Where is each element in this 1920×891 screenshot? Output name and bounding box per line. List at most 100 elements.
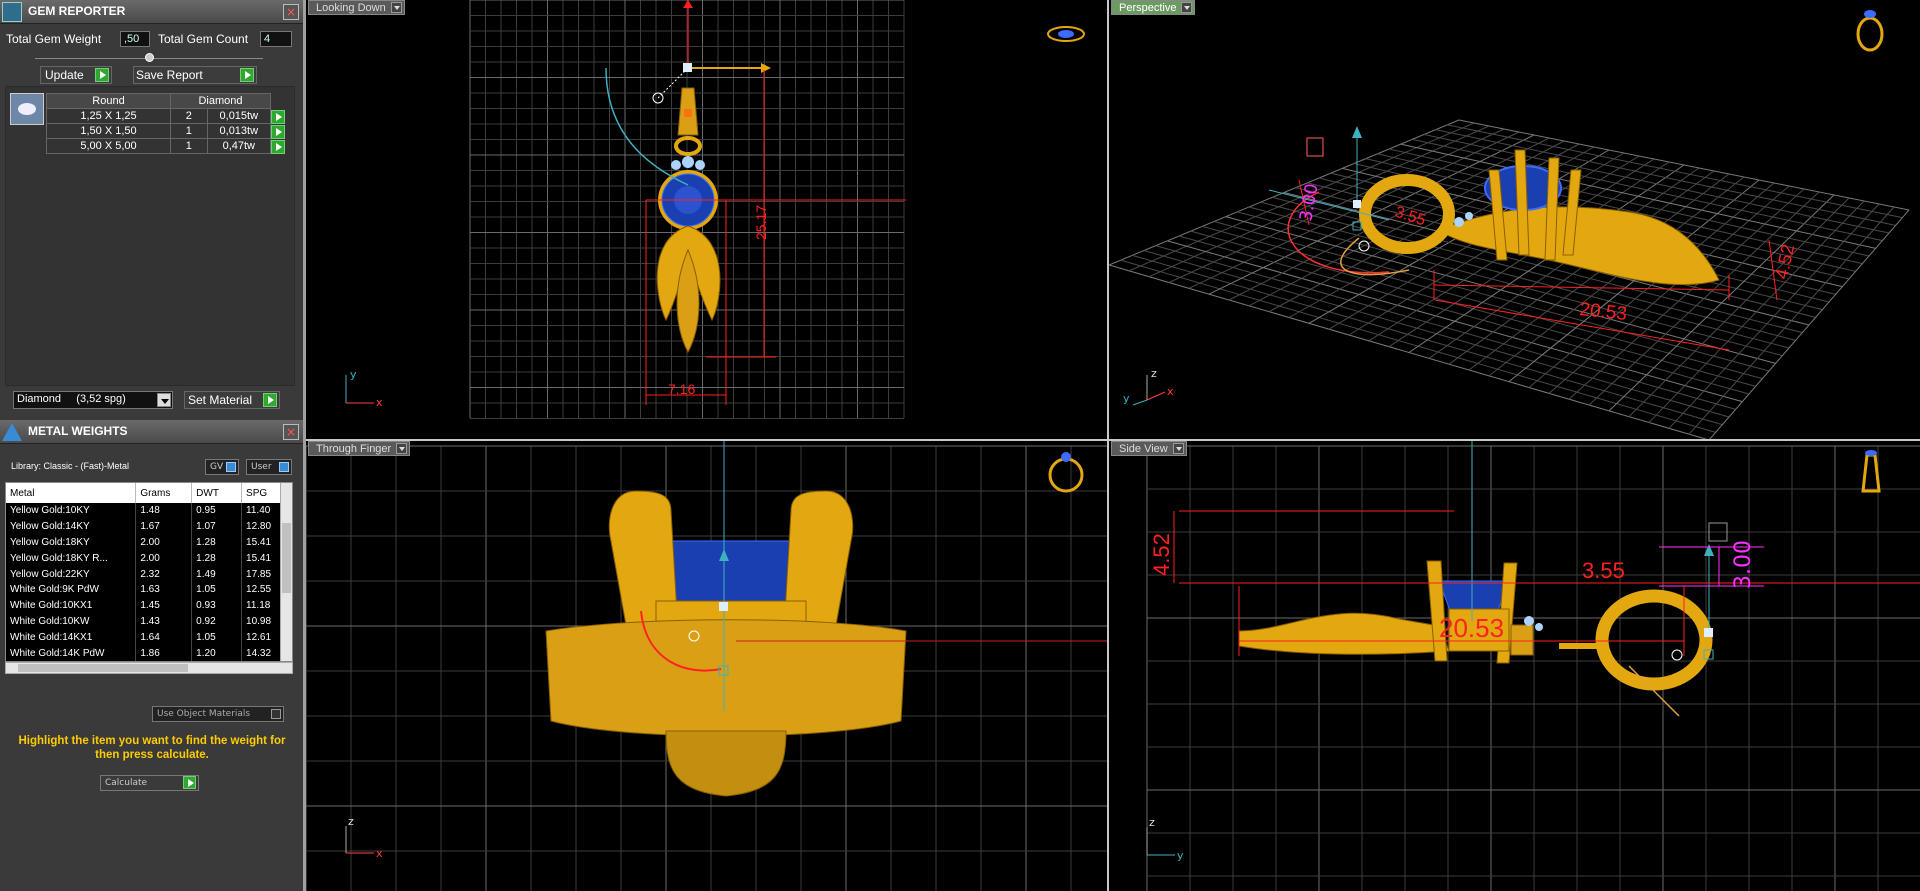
gem-row-go-icon[interactable] bbox=[271, 139, 285, 154]
set-material-go-icon bbox=[263, 393, 277, 407]
metal-table-vertical-scrollbar[interactable] bbox=[280, 483, 292, 661]
total-gem-count-label: Total Gem Count bbox=[158, 32, 249, 46]
viewport-title: Looking Down bbox=[316, 2, 386, 14]
use-object-materials-checkbox[interactable]: Use Object Materials bbox=[152, 706, 284, 722]
viewport-perspective[interactable]: 20.53 4.52 3.00 3.55 z x y Perspective bbox=[1109, 0, 1920, 439]
save-report-button[interactable]: Save Report bbox=[133, 66, 257, 84]
calculate-hint: Highlight the item you want to find the … bbox=[18, 735, 286, 761]
metal-grams: 1.45 bbox=[135, 597, 193, 614]
chevron-down-icon[interactable] bbox=[390, 2, 402, 13]
grid bbox=[1146, 445, 1920, 891]
save-report-go-icon bbox=[240, 68, 254, 82]
metal-spg: 14.32 bbox=[241, 645, 282, 661]
viewport-through-finger[interactable]: z x Through Finger bbox=[306, 441, 1107, 891]
user-toggle-icon bbox=[279, 462, 289, 472]
metal-row[interactable]: Yellow Gold:14KY 1.67 1.07 12.80 bbox=[6, 518, 282, 535]
gem-reporter-title: GEM REPORTER bbox=[28, 4, 126, 18]
metal-spg: 11.18 bbox=[241, 597, 282, 614]
viewport-vertical-divider[interactable] bbox=[1107, 0, 1109, 891]
looking-down-scene: 25.17 7.16 y x bbox=[345, 0, 1085, 419]
axis-indicator: y x bbox=[345, 368, 383, 409]
ring-side-view-icon[interactable] bbox=[1861, 450, 1881, 493]
metal-name: Yellow Gold:18KY bbox=[6, 534, 137, 551]
metal-weights-panel: METAL WEIGHTS × Library: Classic - (Fast… bbox=[0, 420, 303, 891]
metal-row[interactable]: Yellow Gold:10KY 1.48 0.95 11.40 bbox=[6, 503, 282, 519]
update-button-label: Update bbox=[45, 68, 84, 82]
through-finger-scene: z x bbox=[306, 441, 1107, 891]
viewport-menu-through-finger[interactable]: Through Finger bbox=[308, 441, 411, 456]
metal-name: White Gold:10KX1 bbox=[6, 597, 137, 614]
dwt-column-header[interactable]: DWT bbox=[191, 483, 243, 503]
metal-row[interactable]: Yellow Gold:22KY 2.32 1.49 17.85 bbox=[6, 566, 282, 582]
metal-grams: 1.64 bbox=[135, 629, 193, 646]
metal-weights-title: METAL WEIGHTS bbox=[28, 424, 128, 438]
weight-slider-handle[interactable] bbox=[145, 53, 154, 62]
metal-table-horizontal-scrollbar[interactable] bbox=[5, 662, 293, 674]
material-select[interactable]: Diamond (3,52 spg) bbox=[13, 391, 173, 409]
gem-row[interactable]: 1,25 X 1,25 2 0,015tw bbox=[46, 108, 285, 124]
axis-z-label: z bbox=[1151, 367, 1157, 380]
chevron-down-icon[interactable] bbox=[157, 393, 171, 407]
ring-top-view-icon[interactable] bbox=[1047, 26, 1085, 42]
gem-weight: 0,015tw bbox=[206, 108, 272, 124]
library-label: Library: Classic - (Fast)-Metal bbox=[11, 461, 130, 471]
metal-row[interactable]: White Gold:14K PdW 1.86 1.20 14.32 bbox=[6, 645, 282, 661]
total-gem-weight-label: Total Gem Weight bbox=[6, 32, 102, 46]
update-button[interactable]: Update bbox=[40, 66, 112, 84]
close-icon[interactable]: × bbox=[283, 4, 299, 20]
scrollbar-thumb[interactable] bbox=[282, 523, 291, 593]
user-toggle[interactable]: User bbox=[246, 459, 292, 475]
metal-row[interactable]: White Gold:9K PdW 1.63 1.05 12.55 bbox=[6, 581, 282, 598]
gem-type-header: Diamond bbox=[170, 93, 271, 109]
viewport-menu-side-view[interactable]: Side View bbox=[1111, 441, 1187, 456]
gem-row-go-icon[interactable] bbox=[271, 124, 285, 139]
axis-y-label: y bbox=[1177, 849, 1184, 862]
chevron-down-icon[interactable] bbox=[1172, 443, 1184, 454]
chevron-down-icon[interactable] bbox=[1181, 2, 1193, 13]
metal-weights-titlebar: METAL WEIGHTS × bbox=[0, 420, 303, 444]
grams-column-header[interactable]: Grams bbox=[135, 483, 193, 503]
round-diamond-icon[interactable] bbox=[10, 93, 44, 125]
metal-spg: 15.41 bbox=[241, 534, 282, 551]
metal-column-header[interactable]: Metal bbox=[6, 483, 137, 503]
axis-indicator: z x bbox=[345, 815, 383, 860]
ring-front-view-icon[interactable] bbox=[1048, 452, 1084, 493]
metal-row[interactable]: White Gold:10KW 1.43 0.92 10.98 bbox=[6, 613, 282, 630]
scrollbar-thumb[interactable] bbox=[18, 664, 188, 672]
gem-reporter-titlebar: GEM REPORTER × bbox=[0, 0, 303, 24]
metal-row[interactable]: Yellow Gold:18KY R... 2.00 1.28 15.41 bbox=[6, 550, 282, 567]
metal-dwt: 1.05 bbox=[191, 629, 243, 646]
metal-row[interactable]: White Gold:10KX1 1.45 0.93 11.18 bbox=[6, 597, 282, 614]
material-select-value: Diamond (3,52 spg) bbox=[17, 393, 126, 405]
metal-grams: 1.86 bbox=[135, 645, 193, 661]
gem-row-go-icon[interactable] bbox=[271, 109, 285, 124]
metal-spg: 17.85 bbox=[241, 566, 282, 582]
close-icon[interactable]: × bbox=[283, 424, 299, 440]
metal-row[interactable]: Yellow Gold:18KY 2.00 1.28 15.41 bbox=[6, 534, 282, 551]
gem-weight: 0,47tw bbox=[206, 138, 272, 154]
set-material-button[interactable]: Set Material bbox=[184, 391, 280, 409]
viewport-looking-down[interactable]: 25.17 7.16 y x Looking Down bbox=[306, 0, 1107, 439]
gem-row[interactable]: 5,00 X 5,00 1 0,47tw bbox=[46, 138, 285, 154]
use-object-materials-label: Use Object Materials bbox=[157, 709, 251, 719]
chevron-down-icon[interactable] bbox=[396, 443, 408, 454]
calculate-button[interactable]: Calculate bbox=[100, 775, 199, 791]
gem-size: 5,00 X 5,00 bbox=[46, 138, 171, 154]
gem-reporter-icon bbox=[2, 2, 22, 22]
viewport-side-view[interactable]: 4.52 20.53 3.55 3.00 z y Side View bbox=[1109, 441, 1920, 891]
viewport-horizontal-divider[interactable] bbox=[306, 439, 1920, 441]
gem-size: 1,50 X 1,50 bbox=[46, 123, 171, 139]
spg-column-header[interactable]: SPG bbox=[241, 483, 282, 503]
metal-spg: 11.40 bbox=[241, 503, 282, 519]
gv-toggle[interactable]: GV bbox=[205, 459, 239, 475]
gem-row[interactable]: 1,50 X 1,50 1 0,013tw bbox=[46, 123, 285, 139]
ring-perspective-icon[interactable] bbox=[1856, 10, 1884, 52]
viewport-menu-perspective[interactable]: Perspective bbox=[1111, 0, 1196, 15]
viewport-menu-looking-down[interactable]: Looking Down bbox=[308, 0, 405, 15]
metal-dwt: 1.20 bbox=[191, 645, 243, 661]
metal-spg: 15.41 bbox=[241, 550, 282, 567]
metal-row[interactable]: White Gold:14KX1 1.64 1.05 12.61 bbox=[6, 629, 282, 646]
metal-dwt: 1.07 bbox=[191, 518, 243, 535]
metal-dwt: 0.93 bbox=[191, 597, 243, 614]
scale-icon bbox=[2, 423, 22, 441]
